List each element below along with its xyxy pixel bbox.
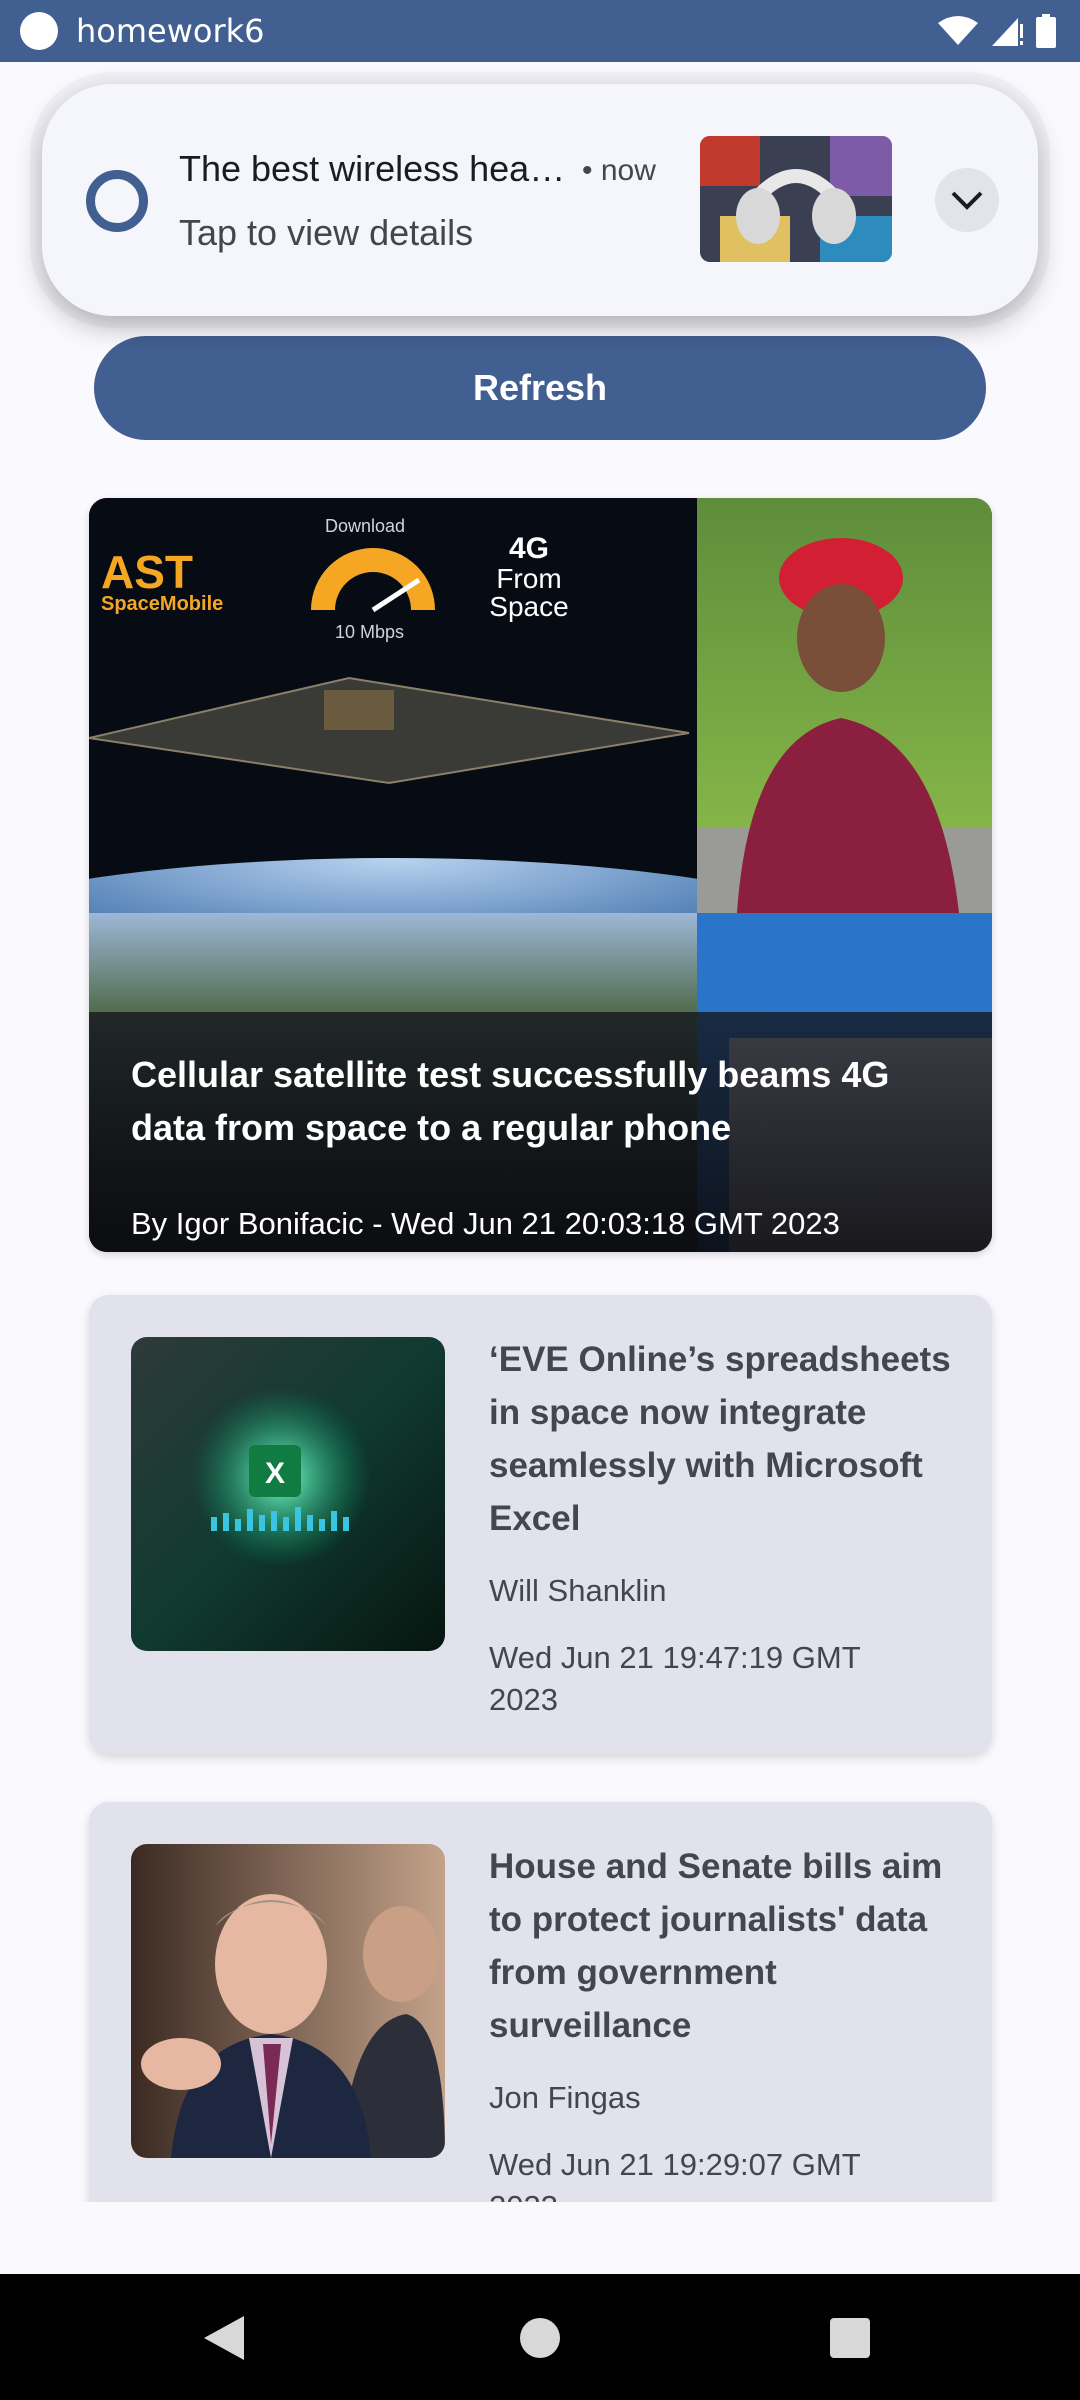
- status-app-name: homework6: [76, 12, 265, 50]
- article-date: Wed Jun 21 19:29:07 GMT 2023: [489, 2147, 861, 2202]
- battery-icon: [1036, 14, 1056, 48]
- article-author: Will Shanklin: [489, 1573, 667, 1608]
- article-title: ‘EVE Online’s spreadsheets in space now …: [489, 1340, 951, 1538]
- hero-article-card[interactable]: AST SpaceMobile Download 10 Mbps 4G From…: [89, 498, 992, 1252]
- excel-logo-text: X: [265, 1457, 285, 1490]
- hero-tag-line3: Space: [489, 591, 568, 622]
- article-card[interactable]: X ‘EVE Online’s spreadsheets in space no…: [89, 1295, 992, 1754]
- hero-tag-line1: 4G: [509, 532, 549, 565]
- system-navigation-bar: [0, 2274, 1080, 2400]
- hero-article-title: Cellular satellite test successfully bea…: [131, 1054, 890, 1148]
- hero-speed-text: 10 Mbps: [335, 622, 404, 642]
- notification-card[interactable]: The best wireless headphones for 2023 • …: [42, 84, 1038, 316]
- signal-icon: [992, 18, 1023, 46]
- notification-subtitle: Tap to view details: [179, 212, 474, 253]
- article-title: House and Senate bills aim to protect jo…: [489, 1847, 943, 2045]
- headphones-icon: [700, 136, 892, 262]
- recents-icon[interactable]: [830, 2318, 870, 2358]
- hero-article-meta: By Igor Bonifacic - Wed Jun 21 20:03:18 …: [131, 1206, 840, 1241]
- notification-title: The best wireless headphones for 2023: [179, 148, 579, 189]
- article-thumbnail: X: [131, 1337, 445, 1651]
- hero-brand-text: AST: [101, 546, 193, 598]
- hero-download-text: Download: [325, 516, 405, 536]
- status-bar: homework6: [0, 0, 1080, 62]
- wifi-icon: [938, 16, 978, 45]
- status-icons: [938, 12, 1056, 50]
- hero-tag-line2: From: [496, 563, 561, 594]
- news-feed[interactable]: Refresh AST SpaceMobile Download 10 Mbps…: [0, 62, 1080, 2202]
- chevron-down-icon[interactable]: [935, 168, 999, 232]
- hero-brand-sub-text: SpaceMobile: [101, 593, 223, 615]
- refresh-button[interactable]: Refresh: [94, 336, 986, 440]
- home-icon[interactable]: [520, 2318, 560, 2358]
- notification-time: • now: [582, 154, 656, 187]
- article-date: Wed Jun 21 19:47:19 GMT 2023: [489, 1640, 861, 1717]
- back-icon[interactable]: [202, 2314, 246, 2362]
- app-status-icon: [20, 12, 58, 50]
- article-thumbnail: [131, 1844, 445, 2158]
- article-card[interactable]: House and Senate bills aim to protect jo…: [89, 1802, 992, 2202]
- app-notification-icon: [86, 170, 148, 232]
- article-author: Jon Fingas: [489, 2080, 641, 2115]
